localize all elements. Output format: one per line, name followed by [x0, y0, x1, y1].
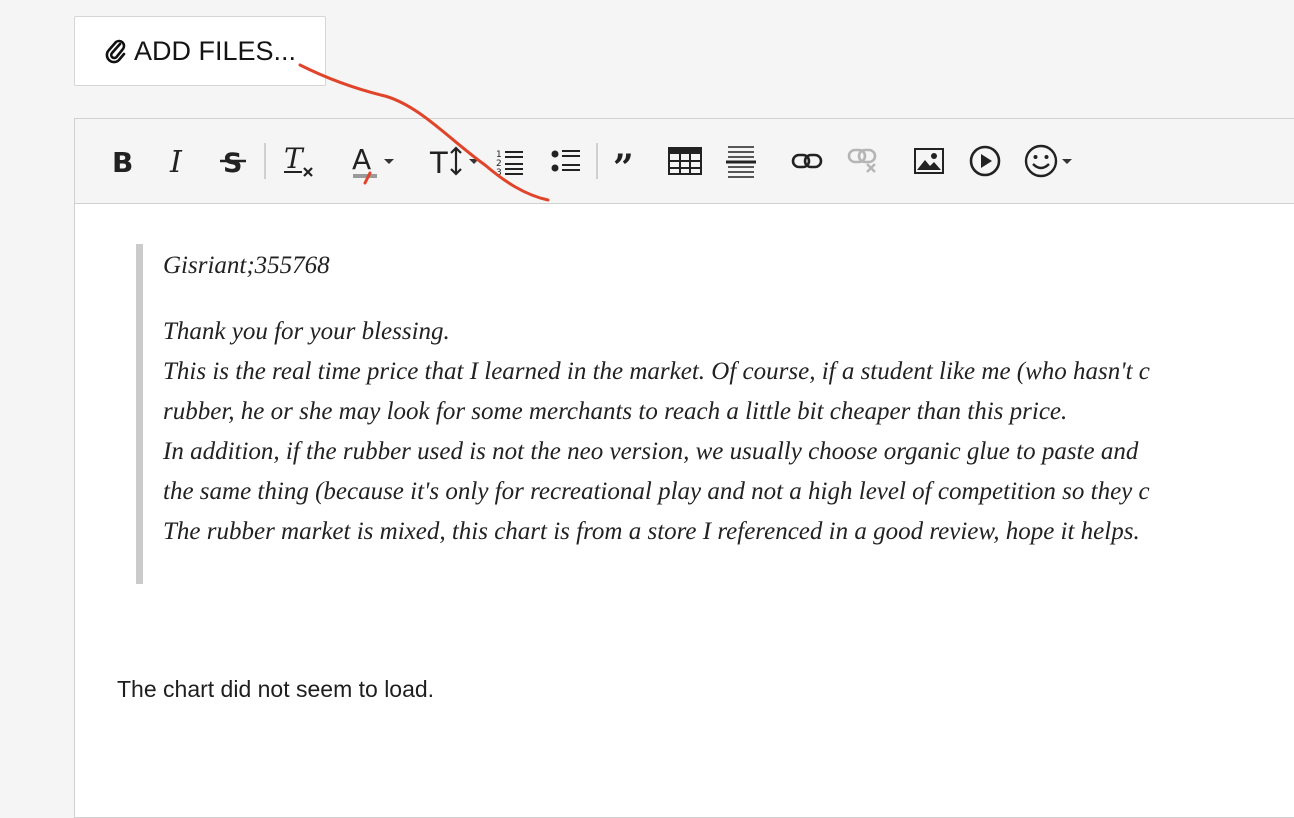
unlink-icon: [847, 148, 879, 174]
bold-icon: B: [110, 146, 134, 176]
unlink-button: [845, 141, 881, 181]
quote-line: Thank you for your blessing.: [163, 318, 450, 345]
chevron-down-icon: [469, 158, 479, 164]
italic-button[interactable]: I: [163, 141, 193, 181]
table-icon: [668, 146, 702, 176]
quote-line: This is the real time price that I learn…: [163, 358, 1150, 385]
ordered-list-button[interactable]: 123: [493, 141, 527, 181]
table-button[interactable]: [667, 141, 703, 181]
emoji-button[interactable]: [1019, 141, 1077, 181]
horizontal-rule-button[interactable]: [723, 141, 759, 181]
svg-text:”: ”: [613, 147, 634, 176]
quote-author: Gisriant;355768: [163, 252, 330, 279]
rich-text-editor[interactable]: B I S T A T 1 2 3 ” Gisriant;355768 Than…: [74, 118, 1294, 818]
svg-text:T: T: [284, 144, 305, 175]
strikethrough-icon: S: [218, 146, 248, 176]
toolbar-separator: [596, 143, 598, 179]
add-files-label: ADD FILES...: [133, 35, 297, 66]
svg-text:B: B: [112, 146, 133, 176]
strikethrough-button[interactable]: S: [215, 141, 251, 181]
link-button[interactable]: [789, 141, 825, 181]
reply-text: The chart did not seem to load.: [117, 676, 435, 702]
text-color-button[interactable]: A: [345, 141, 399, 181]
quote-line: rubber, he or she may look for some merc…: [163, 398, 1068, 425]
svg-text:I: I: [169, 146, 183, 176]
clear-formatting-icon: T: [282, 144, 316, 178]
svg-text:A: A: [352, 143, 371, 176]
quote-line: The rubber market is mixed, this chart i…: [163, 518, 1140, 545]
blockquote-button[interactable]: ”: [611, 141, 647, 181]
ordered-list-icon: 123: [495, 146, 525, 176]
font-size-button[interactable]: T: [427, 141, 481, 181]
bold-button[interactable]: B: [105, 141, 139, 181]
svg-text:3: 3: [496, 168, 502, 176]
toolbar-separator: [264, 143, 266, 179]
paperclip-icon: [104, 37, 128, 65]
image-button[interactable]: [911, 141, 947, 181]
editor-content[interactable]: Gisriant;355768 Thank you for your bless…: [75, 204, 1294, 817]
chevron-down-icon: [384, 158, 394, 164]
image-icon: [914, 148, 944, 174]
svg-text:T: T: [429, 146, 448, 179]
unordered-list-icon: [551, 146, 581, 176]
horizontal-rule-icon: [726, 144, 756, 178]
editor-toolbar: B I S T A T 1 2 3 ”: [75, 119, 1294, 204]
video-button[interactable]: [965, 141, 1005, 181]
clear-formatting-button[interactable]: T: [279, 141, 319, 181]
smiley-icon: [1024, 144, 1058, 178]
text-color-icon: A: [350, 143, 380, 179]
italic-icon: I: [167, 146, 189, 176]
blockquote: Gisriant;355768 Thank you for your bless…: [136, 244, 1294, 584]
link-icon: [791, 151, 823, 171]
font-size-icon: T: [429, 143, 465, 179]
quote-line: In addition, if the rubber used is not t…: [163, 438, 1139, 465]
play-icon: [969, 145, 1001, 177]
quote-line: the same thing (because it's only for re…: [163, 478, 1150, 505]
unordered-list-button[interactable]: [549, 141, 583, 181]
add-files-button[interactable]: ADD FILES...: [74, 16, 326, 86]
chevron-down-icon: [1062, 158, 1072, 164]
quote-icon: ”: [613, 146, 645, 176]
